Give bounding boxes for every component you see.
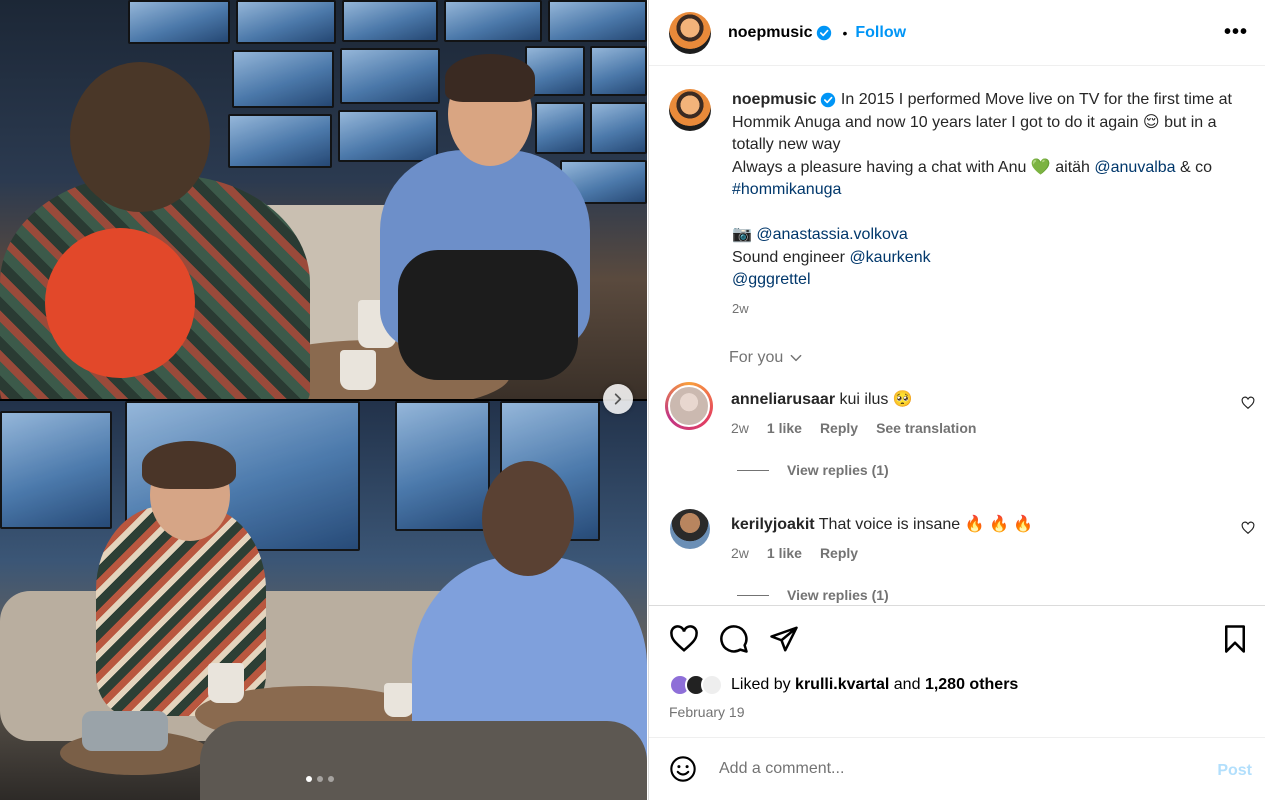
mention-photographer[interactable]: @anastassia.volkova xyxy=(756,226,907,243)
separator-dot: • xyxy=(842,24,848,41)
liked-by-user[interactable]: krulli.kvartal xyxy=(795,676,889,693)
carousel-indicator xyxy=(306,776,334,782)
view-replies-label: View replies (1) xyxy=(787,462,889,478)
post-actions: Liked by krulli.kvartal and 1,280 others… xyxy=(649,605,1265,737)
mention-sound-engineer[interactable]: @kaurkenk xyxy=(849,249,930,266)
more-options-icon[interactable]: ••• xyxy=(1224,22,1248,42)
comment-likes[interactable]: 1 like xyxy=(767,545,802,561)
heart-icon[interactable] xyxy=(1241,521,1255,535)
smiley-icon[interactable] xyxy=(669,755,697,783)
comment-text: kerilyjoakit That voice is insane 🔥 🔥 🔥 xyxy=(731,514,1033,534)
reply-line xyxy=(737,469,769,471)
comment-bar: Post xyxy=(649,737,1265,800)
next-image-button[interactable] xyxy=(603,384,633,414)
post-side-panel: noepmusic • Follow ••• noepmusic In 2015… xyxy=(648,0,1265,800)
comment: anneliarusaar kui ilus 🥺 2w 1 like Reply… xyxy=(665,382,1255,492)
caption-line-2: Always a pleasure having a chat with Anu xyxy=(732,158,1027,176)
caption: noepmusic In 2015 I performed Move live … xyxy=(669,89,1249,320)
liked-by: Liked by krulli.kvartal and 1,280 others xyxy=(669,674,1018,696)
hashtag-hommikanuga[interactable]: #hommikanuga xyxy=(732,181,841,198)
bookmark-icon[interactable] xyxy=(1220,624,1250,654)
comments-scroll-area[interactable]: noepmusic In 2015 I performed Move live … xyxy=(649,67,1265,605)
camera-emoji: 📷 xyxy=(732,226,752,243)
avatar[interactable] xyxy=(669,11,711,54)
comment-meta: 2w 1 like Reply See translation xyxy=(731,420,976,436)
comment-likes[interactable]: 1 like xyxy=(767,420,802,436)
view-replies-button[interactable]: View replies (1) xyxy=(737,462,889,478)
for-you-label: For you xyxy=(729,349,784,366)
verified-badge-icon xyxy=(817,25,832,40)
caption-username[interactable]: noepmusic xyxy=(732,91,816,108)
post-date[interactable]: February 19 xyxy=(669,704,744,720)
avatar xyxy=(701,674,723,696)
chevron-down-icon xyxy=(790,354,802,362)
chevron-right-icon xyxy=(614,393,622,405)
caption-body: noepmusic In 2015 I performed Move live … xyxy=(732,89,1249,320)
comment-username[interactable]: kerilyjoakit xyxy=(731,516,815,533)
pleading-emoji: 🥺 xyxy=(892,391,913,408)
avatar[interactable] xyxy=(669,89,711,131)
comment: kerilyjoakit That voice is insane 🔥 🔥 🔥 … xyxy=(665,507,1255,605)
comment-body: That voice is insane xyxy=(818,516,961,533)
photo-top xyxy=(0,0,647,399)
heart-icon[interactable] xyxy=(1241,396,1255,410)
post-header: noepmusic • Follow ••• xyxy=(649,0,1265,66)
caption-amp: & xyxy=(1180,158,1191,176)
liked-by-prefix: Liked by xyxy=(731,676,791,693)
caption-thanks: aitäh xyxy=(1055,158,1090,176)
sound-engineer-label: Sound engineer xyxy=(732,248,845,266)
verified-badge-icon xyxy=(821,92,836,107)
fire-emoji: 🔥 🔥 🔥 xyxy=(964,516,1034,533)
comment-time[interactable]: 2w xyxy=(731,420,749,436)
mention-anuvalba[interactable]: @anuvalba xyxy=(1094,159,1175,176)
comment-time[interactable]: 2w xyxy=(731,545,749,561)
reply-button[interactable]: Reply xyxy=(820,420,858,436)
liked-by-others[interactable]: 1,280 others xyxy=(925,676,1018,693)
post-button[interactable]: Post xyxy=(1217,762,1252,780)
reply-line xyxy=(737,594,769,596)
caption-co: co xyxy=(1195,158,1213,176)
for-you-sort[interactable]: For you xyxy=(729,349,803,367)
share-icon[interactable] xyxy=(769,624,799,654)
see-translation-button[interactable]: See translation xyxy=(876,420,976,436)
photo-bottom xyxy=(0,401,647,800)
carousel-dot xyxy=(317,776,323,782)
carousel-dot xyxy=(328,776,334,782)
reply-button[interactable]: Reply xyxy=(820,545,858,561)
comment-input[interactable] xyxy=(719,760,1189,778)
green-heart-emoji: 💚 xyxy=(1030,158,1051,176)
mention-gggrettel[interactable]: @gggrettel xyxy=(732,271,811,288)
comment-username[interactable]: anneliarusaar xyxy=(731,391,835,408)
follow-button[interactable]: Follow xyxy=(855,24,906,42)
liked-by-and: and xyxy=(893,676,921,693)
avatar[interactable] xyxy=(670,509,710,549)
caption-time[interactable]: 2w xyxy=(732,298,1249,321)
relieved-emoji: 😌 xyxy=(1142,113,1160,131)
post-media-carousel[interactable] xyxy=(0,0,647,800)
view-replies-button[interactable]: View replies (1) xyxy=(737,587,889,603)
comment-body: kui ilus xyxy=(839,391,889,408)
comment-icon[interactable] xyxy=(719,624,749,654)
carousel-dot xyxy=(306,776,312,782)
comment-meta: 2w 1 like Reply xyxy=(731,545,858,561)
comment-text: anneliarusaar kui ilus 🥺 xyxy=(731,389,913,409)
avatar[interactable] xyxy=(665,382,713,430)
view-replies-label: View replies (1) xyxy=(787,587,889,603)
header-username[interactable]: noepmusic xyxy=(728,24,812,42)
heart-icon[interactable] xyxy=(669,624,699,654)
